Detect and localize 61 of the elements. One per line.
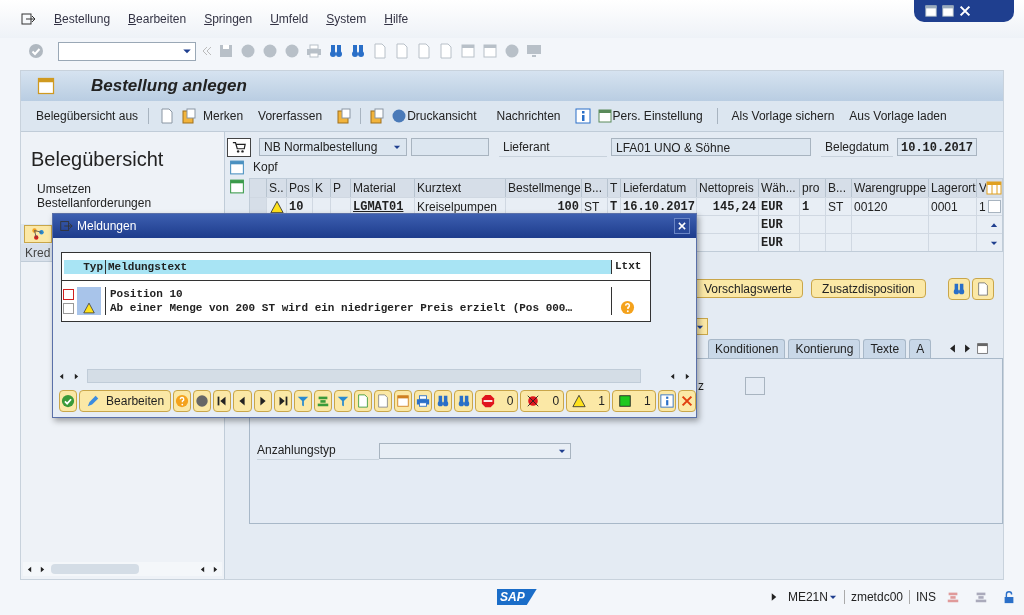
message-text: Position 10 (110, 287, 184, 301)
sap-logo: SAP (497, 589, 537, 605)
menu-item[interactable]: Bestellung (54, 10, 111, 28)
table-cell-text: 1 (979, 199, 984, 216)
menu-item[interactable]: Hilfe (384, 10, 409, 28)
table-cell-text: 1 (802, 199, 811, 216)
column-header: Kred (25, 244, 51, 262)
panel-heading: Belegübersicht (31, 147, 165, 172)
toolbar-button[interactable]: Vorerfassen (258, 107, 323, 125)
toolbar-button[interactable]: Druckansicht (407, 107, 477, 125)
system-name: zmetdc00 (850, 589, 903, 606)
message-counter[interactable]: 0 (474, 390, 519, 412)
table-cell-text: EUR (761, 199, 784, 216)
convert-requisitions-link[interactable]: Umsetzen Bestellanforderungen (37, 182, 167, 210)
supplier-field[interactable]: LFA01 UNO & Söhne (611, 138, 811, 156)
menu-item[interactable]: Umfeld (270, 10, 309, 28)
column-header[interactable]: Ltxt (612, 258, 648, 275)
menu-item[interactable]: Springen (204, 10, 253, 28)
tab[interactable]: Texte (863, 339, 907, 358)
table-cell-text: T (610, 199, 618, 216)
message-counter[interactable]: 0 (520, 390, 565, 412)
menu-item[interactable]: Bearbeiten (128, 10, 187, 28)
tab[interactable]: Konditionen (708, 339, 786, 358)
date-field[interactable]: 10.10.2017 (897, 138, 977, 156)
table-cell-text: 0001 (931, 199, 959, 216)
field-label: Belegdatum (821, 137, 893, 157)
tab[interactable]: A (909, 339, 932, 358)
message-counter[interactable]: 1 (566, 390, 610, 412)
screen-title: Bestellung anlegen (91, 75, 247, 98)
section-label[interactable]: Kopf (253, 158, 278, 176)
table-cell-text: EUR (761, 235, 784, 252)
toolbar-button[interactable]: Nachrichten (496, 107, 561, 125)
field-label: Lieferant (499, 137, 607, 157)
table-cell-text: ST (828, 199, 845, 216)
tab[interactable]: Kontierung (788, 339, 861, 358)
toolbar-button[interactable]: Belegübersicht aus (36, 107, 139, 125)
column-header[interactable]: Typ (64, 259, 106, 274)
table-cell-text: 16.10.2017 (623, 199, 694, 216)
table-cell-text: 10 (289, 199, 305, 216)
message-text: Ab einer Menge von 200 ST wird ein niedrigerer Preis erzielt (Pos 000… (110, 301, 574, 315)
toolbar-button[interactable]: Als Vorlage sichern (731, 107, 835, 125)
action-button[interactable]: Zusatzdisposition (811, 279, 926, 298)
order-type-dropdown[interactable]: NB Normalbestellung (259, 138, 407, 156)
message-counter[interactable]: 1 (611, 390, 656, 412)
toolbar-button[interactable]: Pers. Einstellung (612, 107, 703, 125)
toolbar-button[interactable]: Aus Vorlage laden (849, 107, 947, 125)
edit-button[interactable]: Bearbeiten (79, 390, 172, 412)
field-label: z (698, 378, 705, 395)
table-cell-text: EUR (761, 217, 784, 234)
table-cell-text: LGMAT01 (353, 199, 405, 216)
table-cell-text: 00120 (854, 199, 889, 216)
insert-mode: INS (916, 589, 936, 606)
transaction-code[interactable]: ME21N (787, 588, 828, 606)
toolbar-button[interactable]: Merken (203, 107, 244, 125)
menu-item[interactable]: System (326, 10, 367, 28)
dialog-title: Meldungen (77, 218, 137, 235)
column-header[interactable]: Meldungstext (106, 259, 612, 274)
table-cell-text: ST (584, 199, 601, 216)
table-cell-text: 100 (556, 199, 579, 216)
table-cell-text: Kreiselpumpen (417, 199, 499, 216)
table-cell-text: 145,24 (711, 199, 756, 216)
